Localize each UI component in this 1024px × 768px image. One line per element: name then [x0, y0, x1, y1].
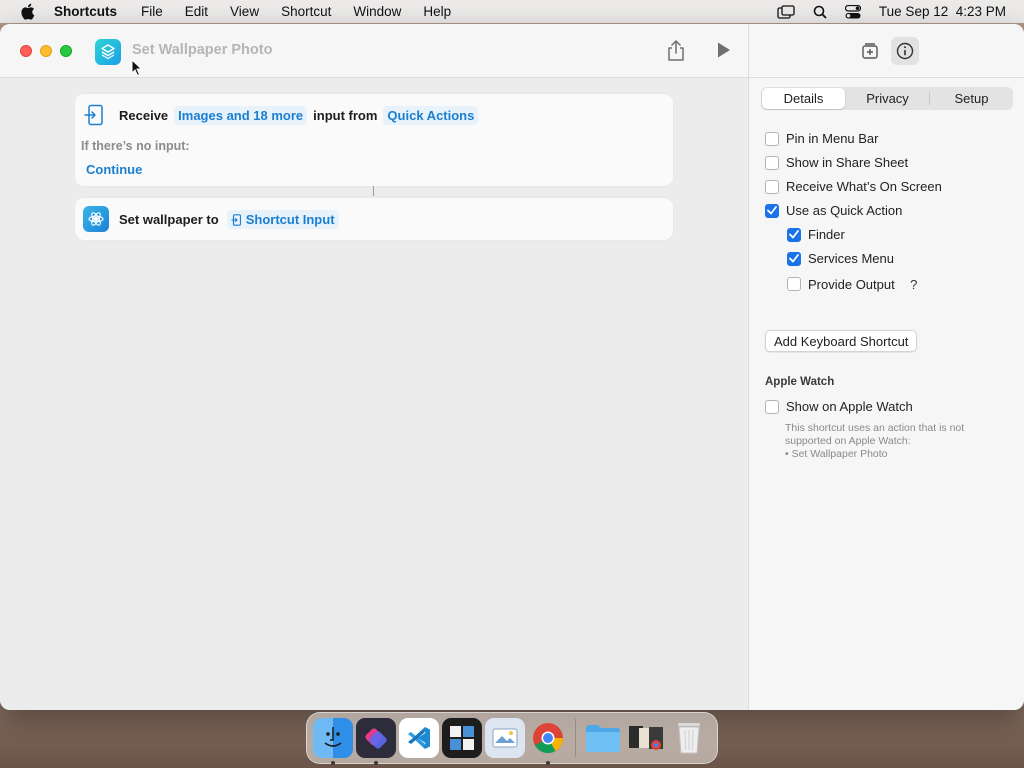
- mouse-cursor-icon: [131, 58, 143, 77]
- menu-app-name[interactable]: Shortcuts: [54, 4, 117, 19]
- details-panel: Details Privacy Setup Pin in Menu Bar Sh…: [748, 78, 1024, 710]
- play-icon[interactable]: [716, 41, 738, 63]
- checkmark-icon: [789, 230, 799, 239]
- apple-watch-note-line: This shortcut uses an action that is not: [785, 422, 965, 434]
- provide-output-checkbox[interactable]: [787, 277, 801, 291]
- input-source-token[interactable]: Quick Actions: [383, 106, 479, 125]
- action-connector: [373, 186, 374, 196]
- show-on-apple-watch-checkbox[interactable]: [765, 399, 779, 414]
- checkmark-icon: [767, 206, 777, 215]
- trash-dock-icon[interactable]: [669, 718, 709, 758]
- spotlight-search-icon[interactable]: [813, 5, 827, 19]
- finder-label: Finder: [808, 227, 845, 242]
- pin-in-menu-bar-checkbox[interactable]: [765, 131, 779, 146]
- apple-icon[interactable]: [18, 3, 36, 21]
- preview-dock-icon[interactable]: [485, 718, 525, 758]
- show-in-share-sheet-label: Show in Share Sheet: [786, 155, 909, 170]
- shortcut-input-token[interactable]: Shortcut Input: [226, 210, 339, 229]
- info-icon[interactable]: [891, 37, 919, 65]
- show-in-share-sheet-checkbox[interactable]: [765, 155, 779, 170]
- dock: [306, 712, 718, 765]
- shortcuts-dock-icon[interactable]: [356, 718, 396, 765]
- tab-setup[interactable]: Setup: [930, 87, 1013, 110]
- finder-option[interactable]: Finder: [787, 227, 845, 242]
- show-on-apple-watch-label: Show on Apple Watch: [786, 399, 913, 414]
- running-indicator: [374, 761, 378, 765]
- screenshots-stack-dock-icon[interactable]: [626, 718, 666, 758]
- menu-file[interactable]: File: [141, 4, 163, 19]
- pin-in-menu-bar-label: Pin in Menu Bar: [786, 131, 879, 146]
- no-input-continue-token[interactable]: Continue: [82, 160, 146, 179]
- menu-help[interactable]: Help: [423, 4, 451, 19]
- menu-edit[interactable]: Edit: [185, 4, 208, 19]
- use-as-quick-action-label: Use as Quick Action: [786, 203, 903, 218]
- menu-shortcut[interactable]: Shortcut: [281, 4, 331, 19]
- services-menu-checkbox[interactable]: [787, 251, 801, 266]
- receive-whats-on-screen-checkbox[interactable]: [765, 179, 779, 194]
- receive-whats-on-screen-label: Receive What’s On Screen: [786, 179, 942, 194]
- receive-action-card[interactable]: Receive Images and 18 more input from Qu…: [75, 94, 673, 186]
- help-button[interactable]: ?: [905, 275, 923, 293]
- input-from-label: input from: [313, 108, 378, 123]
- apple-watch-note-line: supported on Apple Watch:: [785, 435, 911, 447]
- menu-window[interactable]: Window: [353, 4, 401, 19]
- set-wallpaper-label: Set wallpaper to: [119, 212, 219, 227]
- show-in-share-sheet-option[interactable]: Show in Share Sheet: [765, 155, 908, 170]
- provide-output-label: Provide Output: [808, 276, 895, 292]
- chrome-dock-icon[interactable]: [528, 718, 568, 765]
- menu-clock[interactable]: Tue Sep 12 4:23 PM: [879, 4, 1006, 19]
- provide-output-option[interactable]: Provide Output ?: [787, 275, 923, 293]
- title-bar: Set Wallpaper Photo: [0, 24, 748, 78]
- receive-input-icon: [84, 104, 104, 126]
- pin-in-menu-bar-option[interactable]: Pin in Menu Bar: [765, 131, 879, 146]
- apple-watch-note-line: • Set Wallpaper Photo: [785, 448, 888, 460]
- services-menu-label: Services Menu: [808, 251, 894, 266]
- menu-view[interactable]: View: [230, 4, 259, 19]
- close-button[interactable]: [20, 45, 32, 57]
- dock-separator: [575, 719, 576, 757]
- shortcut-editor: Receive Images and 18 more input from Qu…: [0, 78, 748, 710]
- action-library-icon[interactable]: [856, 37, 884, 65]
- vscode-dock-icon[interactable]: [399, 718, 439, 758]
- add-keyboard-shortcut-button[interactable]: Add Keyboard Shortcut: [765, 330, 918, 352]
- receive-verb: Receive: [119, 108, 169, 123]
- use-as-quick-action-checkbox[interactable]: [765, 203, 779, 218]
- show-on-apple-watch-option[interactable]: Show on Apple Watch: [765, 399, 913, 414]
- shortcut-input-icon: [231, 213, 241, 226]
- folder-dock-icon[interactable]: [583, 718, 623, 758]
- input-types-token[interactable]: Images and 18 more: [174, 106, 308, 125]
- share-icon[interactable]: [666, 40, 688, 62]
- zoom-button[interactable]: [60, 45, 72, 57]
- menu-bar: Shortcuts File Edit View Shortcut Window…: [0, 0, 1024, 23]
- checkmark-icon: [789, 254, 799, 263]
- finder-dock-icon[interactable]: [313, 718, 353, 765]
- tab-privacy[interactable]: Privacy: [846, 87, 929, 110]
- minimize-button[interactable]: [40, 45, 52, 57]
- inspector-toolbar: [748, 24, 1024, 78]
- receive-whats-on-screen-option[interactable]: Receive What’s On Screen: [765, 179, 942, 194]
- finder-checkbox[interactable]: [787, 227, 801, 242]
- running-indicator: [546, 761, 550, 765]
- no-input-label: If there’s no input:: [81, 139, 190, 153]
- photo-booth-dock-icon[interactable]: [442, 718, 482, 758]
- tab-details[interactable]: Details: [762, 88, 845, 109]
- use-as-quick-action-option[interactable]: Use as Quick Action: [765, 203, 902, 218]
- shortcut-input-label: Shortcut Input: [245, 212, 335, 227]
- shortcut-app-icon[interactable]: [95, 39, 121, 65]
- inspector-tabs: Details Privacy Setup: [761, 87, 1013, 110]
- window-title[interactable]: Set Wallpaper Photo: [132, 42, 272, 58]
- apple-watch-heading: Apple Watch: [765, 376, 835, 388]
- running-indicator: [331, 761, 335, 765]
- wallpaper-action-icon: [83, 206, 109, 232]
- screen-mirroring-icon[interactable]: [777, 4, 795, 19]
- shortcuts-window: Set Wallpaper Photo Receive Images and 1…: [0, 24, 1024, 710]
- services-menu-option[interactable]: Services Menu: [787, 251, 894, 266]
- set-wallpaper-action-card[interactable]: Set wallpaper to Shortcut Input: [75, 198, 673, 240]
- apple-watch-note: This shortcut uses an action that is not…: [785, 422, 1005, 461]
- control-center-icon[interactable]: [844, 4, 861, 19]
